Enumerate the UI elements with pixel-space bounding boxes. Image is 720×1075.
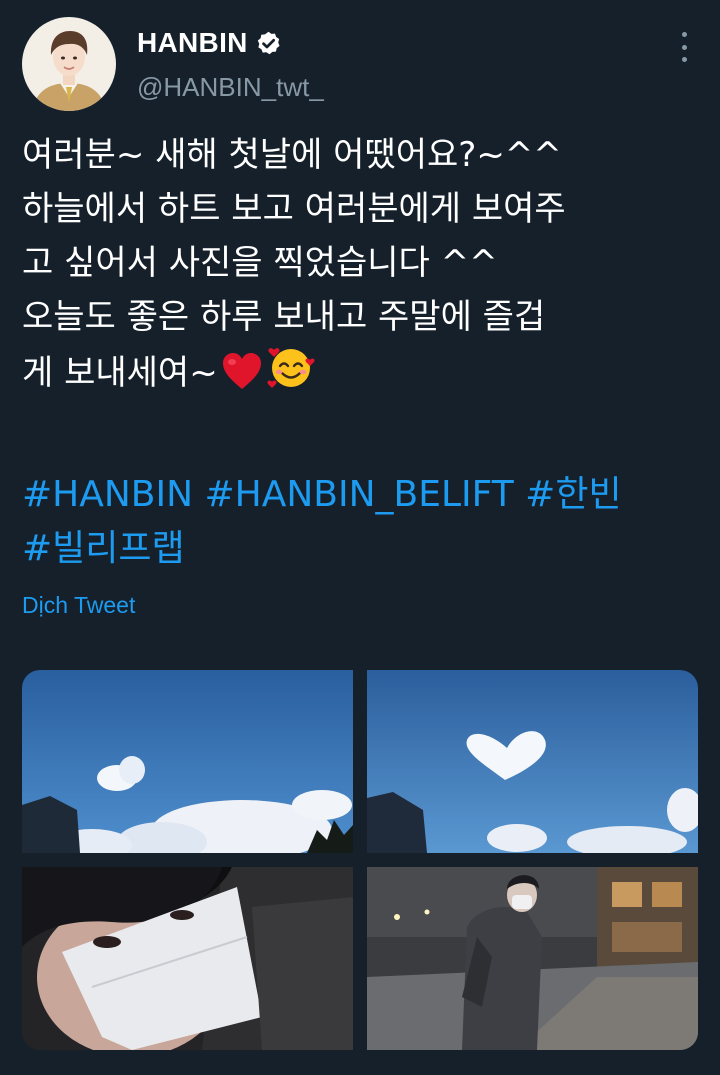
hashtag-line: #빌리프랩 — [22, 522, 712, 576]
tweet-line: 하늘에서 하트 보고 여러분에게 보여주 — [22, 189, 566, 229]
media-grid — [22, 670, 698, 1050]
user-handle[interactable]: @HANBIN_twt_ — [137, 72, 324, 103]
display-name[interactable]: HANBIN — [137, 27, 248, 59]
author-name-row[interactable]: HANBIN — [137, 26, 282, 60]
hashtag-link[interactable]: #HANBIN — [22, 474, 193, 515]
selfie-with-mask-photo[interactable] — [22, 867, 353, 1050]
hashtag-line: #HANBIN #HANBIN_BELIFT #한빈 — [22, 468, 712, 522]
sky-heart-cloud-photo-2[interactable] — [367, 670, 698, 853]
tweet-line: 여러분~ 새해 첫날에 어땠어요?~^^ — [22, 135, 562, 175]
tweet-line-last: 게 보내세여~ — [22, 344, 702, 408]
tweet-line: 게 보내세여~ — [22, 353, 218, 393]
profile-photo — [22, 17, 116, 111]
smiling-face-with-hearts-icon — [266, 344, 316, 408]
tweet-line: 고 싶어서 사진을 찍었습니다 ^^ — [22, 243, 498, 283]
hashtag-link[interactable]: #한빈 — [525, 474, 621, 515]
avatar[interactable] — [22, 17, 116, 111]
hashtag-link[interactable]: #HANBIN_BELIFT — [205, 474, 514, 515]
sky-heart-cloud-photo-1[interactable] — [22, 670, 353, 853]
hashtags: #HANBIN #HANBIN_BELIFT #한빈 #빌리프랩 — [22, 468, 712, 576]
hashtag-link[interactable]: #빌리프랩 — [22, 528, 185, 569]
more-options-icon[interactable] — [672, 32, 696, 62]
tweet-line: 오늘도 좋은 하루 보내고 주말에 즐겁 — [22, 297, 546, 337]
translate-tweet-link[interactable]: Dịch Tweet — [22, 592, 135, 619]
street-portrait-photo[interactable] — [367, 867, 698, 1050]
tweet-text: 여러분~ 새해 첫날에 어땠어요?~^^ 하늘에서 하트 보고 여러분에게 보여… — [22, 128, 702, 408]
verified-badge-icon — [255, 30, 282, 57]
red-heart-icon — [220, 350, 264, 408]
